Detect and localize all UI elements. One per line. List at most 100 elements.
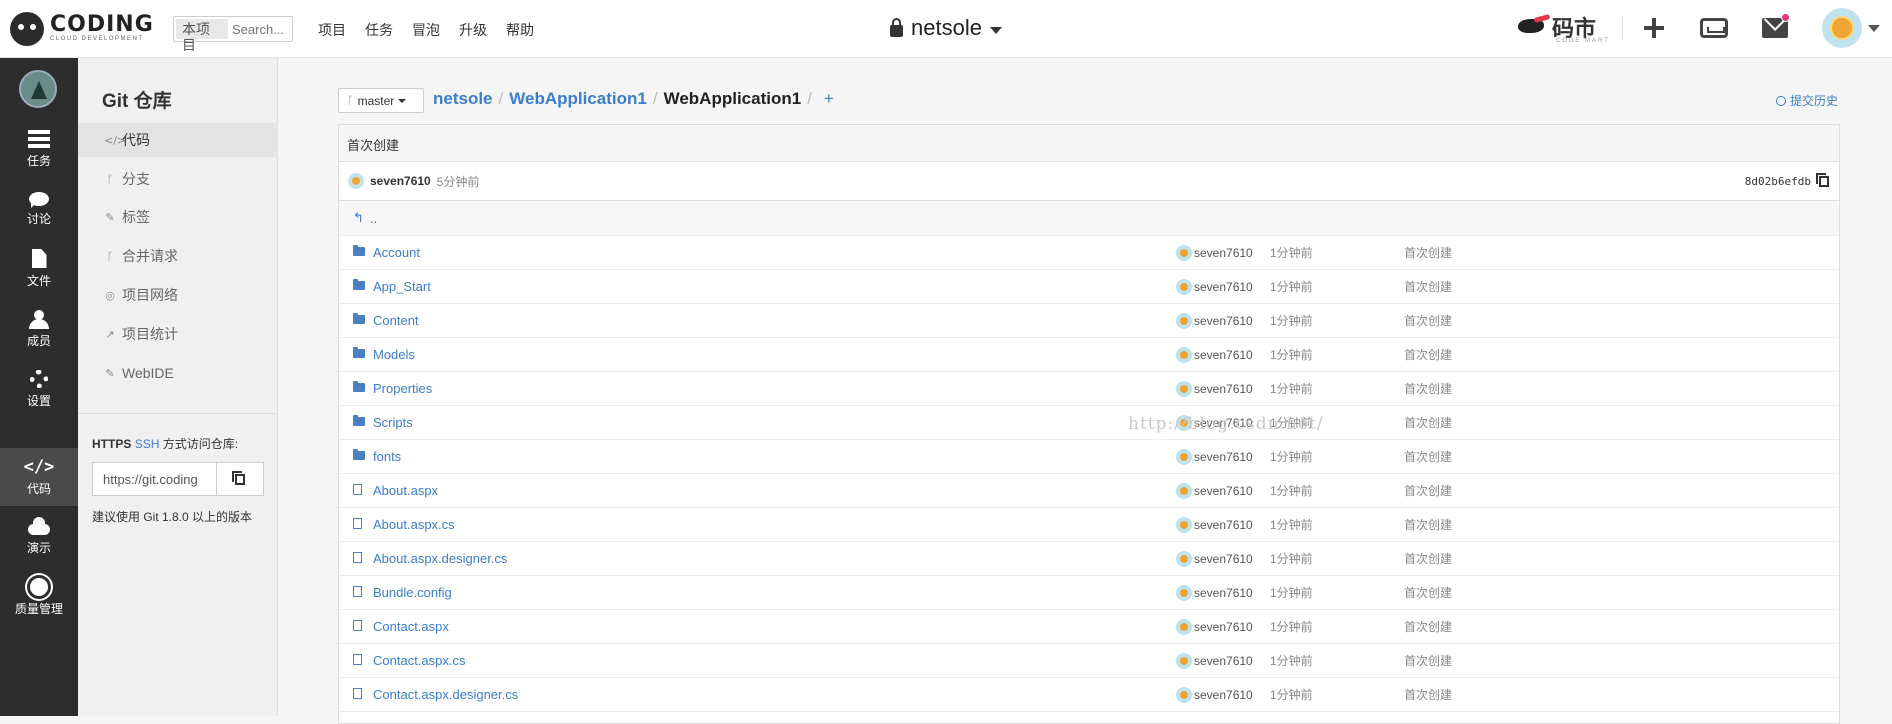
coding-logo[interactable]: CODING CLOUD DEVELOPMENT [10,12,154,46]
file-author[interactable]: seven7610 [1194,348,1253,362]
user-avatar[interactable] [1822,8,1862,48]
sidebar-item-demo[interactable]: 演示 [0,508,78,566]
avatar[interactable] [1176,244,1192,261]
file-author[interactable]: seven7610 [1194,246,1253,260]
branch-selector[interactable]: ᚴ master [338,88,424,113]
plus-icon[interactable] [1640,14,1668,42]
file-author[interactable]: seven7610 [1194,314,1253,328]
project-avatar[interactable] [19,70,57,108]
table-row[interactable]: Account 1分钟前 seven7610 首次创建 [339,236,1839,270]
file-name-link[interactable]: Contact.aspx [373,619,449,634]
file-commit-message[interactable]: 首次创建 [1404,414,1452,431]
avatar[interactable] [1176,686,1192,703]
search-input[interactable] [232,21,292,37]
file-commit-message[interactable]: 首次创建 [1404,244,1452,261]
file-name-link[interactable]: About.aspx.cs [373,517,455,532]
avatar[interactable] [1176,618,1192,635]
file-name-link[interactable]: Account [373,245,420,260]
avatar[interactable] [1176,516,1192,533]
table-row[interactable]: About.aspx 1分钟前 seven7610 首次创建 [339,474,1839,508]
file-name-link[interactable]: Models [373,347,415,362]
file-author[interactable]: seven7610 [1194,518,1253,532]
avatar[interactable] [348,173,364,189]
clone-url-input[interactable] [93,463,217,495]
avatar[interactable] [1176,652,1192,669]
table-row[interactable]: Contact.aspx 1分钟前 seven7610 首次创建 [339,610,1839,644]
file-name-link[interactable]: App_Start [373,279,431,294]
file-author[interactable]: seven7610 [1194,382,1253,396]
git-nav-tags[interactable]: ✎ 标签 [78,200,278,234]
table-row[interactable]: Models 1分钟前 seven7610 首次创建 [339,338,1839,372]
nav-help[interactable]: 帮助 [506,20,534,40]
file-commit-message[interactable]: 首次创建 [1404,278,1452,295]
commit-author[interactable]: seven7610 [370,174,431,188]
file-commit-message[interactable]: 首次创建 [1404,380,1452,397]
sidebar-item-discussion[interactable]: 讨论 [0,180,78,238]
file-commit-message[interactable]: 首次创建 [1404,618,1452,635]
sidebar-item-code[interactable]: </> 代码 [0,448,78,506]
file-name-link[interactable]: Content [373,313,419,328]
avatar[interactable] [1176,312,1192,329]
file-author[interactable]: seven7610 [1194,654,1253,668]
file-name-link[interactable]: Bundle.config [373,585,452,600]
project-switcher[interactable]: netsole [890,15,1002,41]
avatar[interactable] [1176,584,1192,601]
git-nav-branches[interactable]: ᚴ 分支 [78,162,278,196]
file-author[interactable]: seven7610 [1194,484,1253,498]
inbox-icon[interactable] [1700,18,1728,38]
file-commit-message[interactable]: 首次创建 [1404,686,1452,703]
file-author[interactable]: seven7610 [1194,586,1253,600]
file-name-link[interactable]: fonts [373,449,401,464]
git-nav-code[interactable]: </> 代码 [78,123,278,157]
file-author[interactable]: seven7610 [1194,688,1253,702]
file-commit-message[interactable]: 首次创建 [1404,346,1452,363]
breadcrumb-owner[interactable]: netsole [433,89,493,109]
sidebar-item-files[interactable]: 文件 [0,240,78,298]
table-row[interactable]: About.aspx.cs 1分钟前 seven7610 首次创建 [339,508,1839,542]
sidebar-item-settings[interactable]: 设置 [0,360,78,418]
file-name-link[interactable]: About.aspx.designer.cs [373,551,507,566]
file-author[interactable]: seven7610 [1194,280,1253,294]
avatar[interactable] [1176,550,1192,567]
file-commit-message[interactable]: 首次创建 [1404,516,1452,533]
sidebar-item-members[interactable]: 成员 [0,300,78,358]
scope-tag[interactable]: 本项目 [176,19,228,53]
user-menu-chevron-icon[interactable] [1868,25,1880,32]
avatar[interactable] [1176,482,1192,499]
file-commit-message[interactable]: 首次创建 [1404,312,1452,329]
add-file-button[interactable]: + [824,89,834,109]
sidebar-item-tasks[interactable]: 任务 [0,120,78,178]
https-toggle[interactable]: HTTPS [92,437,131,451]
nav-projects[interactable]: 项目 [318,20,346,40]
file-name-link[interactable]: About.aspx [373,483,438,498]
avatar[interactable] [1176,448,1192,465]
file-commit-message[interactable]: 首次创建 [1404,448,1452,465]
table-row[interactable]: Content 1分钟前 seven7610 首次创建 [339,304,1839,338]
file-commit-message[interactable]: 首次创建 [1404,652,1452,669]
file-name-link[interactable]: Properties [373,381,432,396]
commit-history-link[interactable]: 提交历史 [1776,92,1838,109]
table-row[interactable]: Scripts 1分钟前 seven7610 首次创建 [339,406,1839,440]
file-name-link[interactable]: Contact.aspx.cs [373,653,466,668]
copy-url-button[interactable] [217,463,263,495]
nav-bubbles[interactable]: 冒泡 [412,20,440,40]
table-row[interactable]: App_Start 1分钟前 seven7610 首次创建 [339,270,1839,304]
avatar[interactable] [1176,380,1192,397]
file-name-link[interactable]: Scripts [373,415,413,430]
table-row[interactable]: Contact.aspx.cs 1分钟前 seven7610 首次创建 [339,644,1839,678]
file-author[interactable]: seven7610 [1194,450,1253,464]
git-nav-merge-requests[interactable]: ᚴ 合并请求 [78,239,278,273]
file-commit-message[interactable]: 首次创建 [1404,584,1452,601]
table-row[interactable]: Bundle.config 1分钟前 seven7610 首次创建 [339,576,1839,610]
file-commit-message[interactable]: 首次创建 [1404,550,1452,567]
avatar[interactable] [1176,346,1192,363]
avatar[interactable] [1176,278,1192,295]
git-nav-webide[interactable]: ✎ WebIDE [78,356,278,390]
table-row[interactable]: About.aspx.designer.cs 1分钟前 seven7610 首次创建 [339,542,1839,576]
parent-directory-row[interactable]: ↰ .. [339,201,1839,236]
codemart-logo[interactable]: 码市 CODE MART [1516,6,1612,48]
breadcrumb-repo[interactable]: WebApplication1 [509,89,647,109]
table-row[interactable]: Contact.aspx.designer.cs 1分钟前 seven7610 首次创… [339,678,1839,712]
file-author[interactable]: seven7610 [1194,552,1253,566]
table-row[interactable]: fonts 1分钟前 seven7610 首次创建 [339,440,1839,474]
